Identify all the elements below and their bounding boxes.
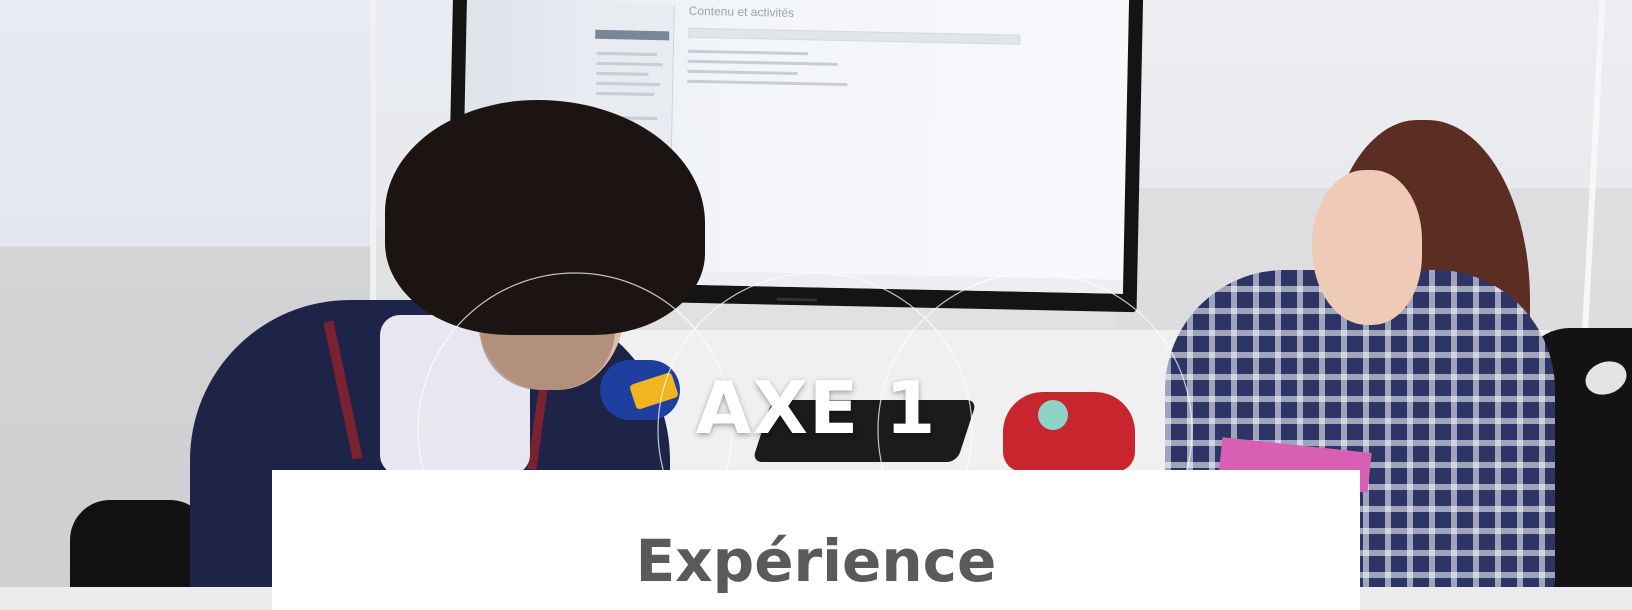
screen-heading: Contenu et activités — [688, 3, 795, 20]
screen-toolbar — [688, 27, 1021, 45]
axis-title: AXE 1 — [695, 366, 937, 450]
student-female-face — [1312, 170, 1422, 325]
screen-sidebar-selected — [595, 29, 670, 41]
screen-logo — [776, 297, 817, 302]
card-title: Expérience — [635, 527, 997, 595]
